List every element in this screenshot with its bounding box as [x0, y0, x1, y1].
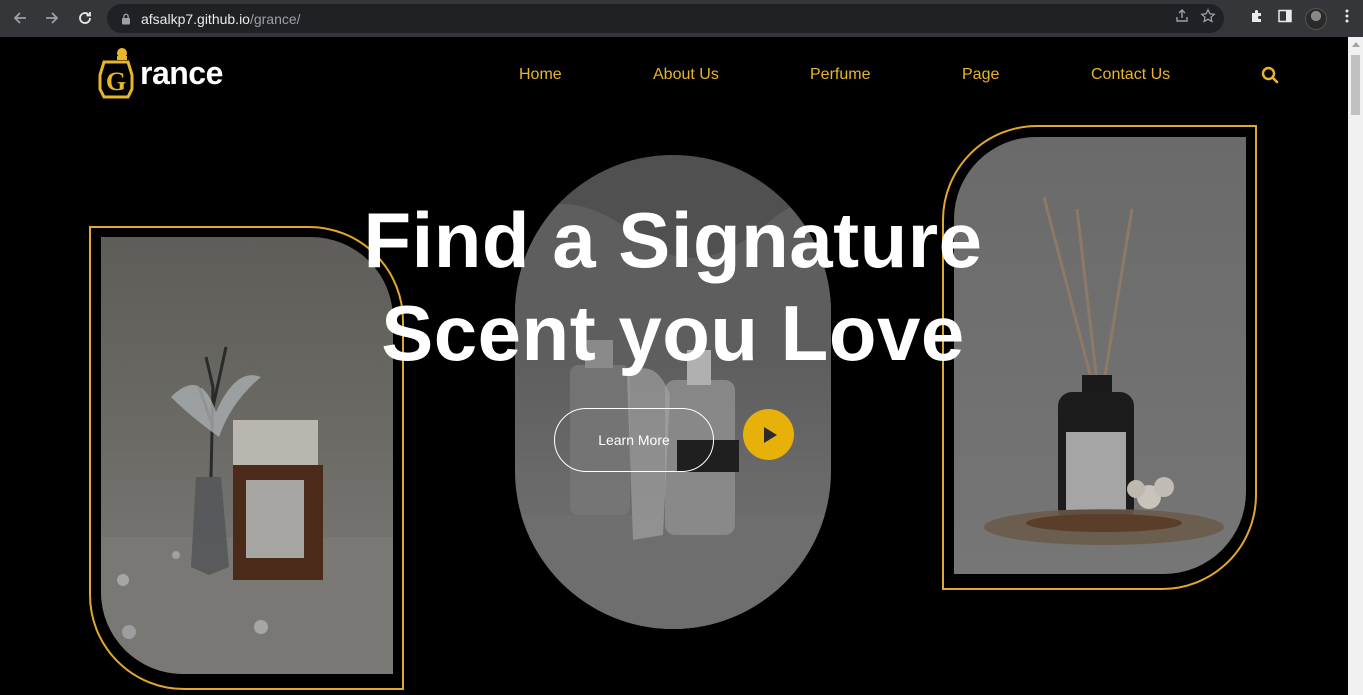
play-video-button[interactable] [743, 409, 794, 460]
nav-contact-us[interactable]: Contact Us [1091, 66, 1170, 84]
perfume-bottle-logo-icon: G [98, 48, 134, 99]
back-icon[interactable] [4, 2, 36, 34]
side-panel-icon[interactable] [1277, 8, 1293, 29]
share-icon[interactable] [1174, 8, 1190, 29]
scroll-up-arrow-icon[interactable] [1352, 42, 1360, 47]
hero-title: Find a Signature Scent you Love [300, 194, 1046, 380]
lock-icon[interactable] [119, 12, 133, 26]
site-logo[interactable]: G rance [98, 45, 223, 101]
profile-avatar[interactable] [1305, 7, 1327, 30]
forward-icon[interactable] [36, 2, 68, 34]
url-text: afsalkp7.github.io/grance/ [141, 10, 301, 27]
nav-perfume[interactable]: Perfume [810, 66, 870, 84]
extensions-icon[interactable] [1249, 8, 1265, 29]
svg-text:G: G [106, 67, 126, 96]
reload-icon[interactable] [69, 2, 101, 34]
learn-more-button[interactable]: Learn More [554, 408, 714, 472]
play-icon [763, 426, 777, 443]
nav-home[interactable]: Home [519, 66, 562, 84]
more-menu-icon[interactable] [1339, 8, 1355, 29]
address-bar[interactable]: afsalkp7.github.io/grance/ [107, 4, 1224, 33]
hero-title-line1: Find a Signature [363, 196, 983, 284]
nav-page[interactable]: Page [962, 66, 999, 84]
search-icon[interactable] [1261, 66, 1279, 84]
logo-wordmark: rance [140, 54, 223, 91]
bookmark-star-icon[interactable] [1200, 8, 1216, 29]
page-content: G rance Home About Us Perfume Page Conta… [0, 37, 1348, 695]
scroll-thumb[interactable] [1351, 55, 1360, 115]
page-scrollbar[interactable] [1348, 37, 1363, 695]
hero-title-line2: Scent you Love [381, 289, 965, 377]
nav-about-us[interactable]: About Us [653, 66, 719, 84]
browser-toolbar: afsalkp7.github.io/grance/ [0, 0, 1363, 37]
